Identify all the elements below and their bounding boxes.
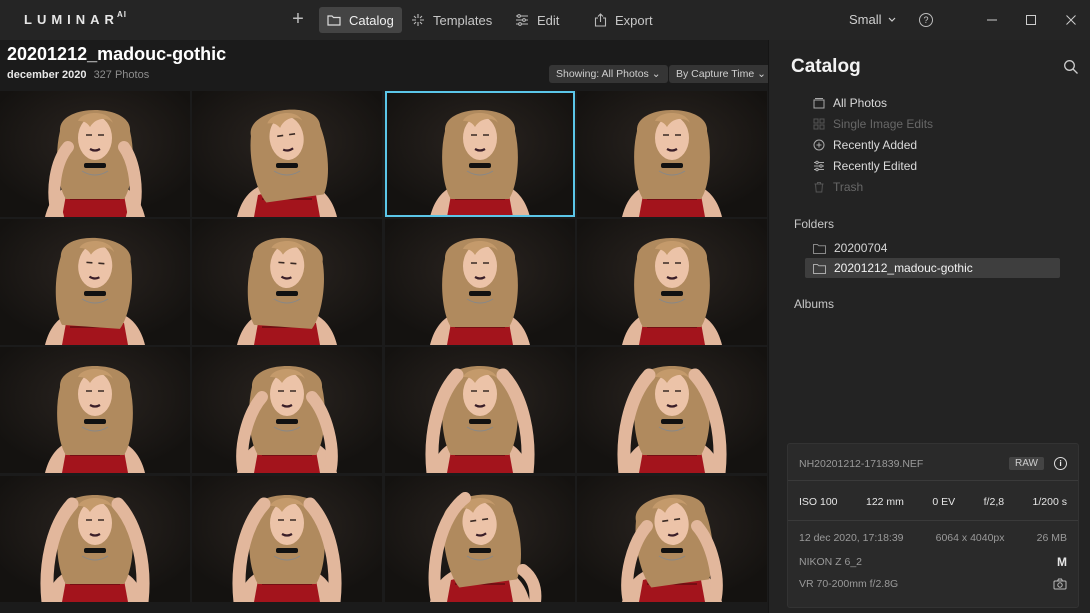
trash-icon	[814, 182, 824, 193]
iso-value: ISO 100	[799, 496, 838, 508]
luminar-app-window: LUMINARAI + Catalog Templates Edit Expor…	[0, 0, 1090, 613]
tab-export[interactable]: Export	[586, 7, 661, 33]
tab-templates-label: Templates	[433, 12, 493, 28]
photo-thumbnail[interactable]	[192, 219, 382, 345]
portrait-thumbnail-image	[0, 476, 190, 602]
file-size: 26 MB	[1036, 532, 1067, 544]
photo-thumbnail[interactable]	[385, 476, 575, 602]
capture-datetime: 12 dec 2020, 17:18:39	[799, 532, 904, 544]
photo-count: 327 Photos	[93, 69, 150, 81]
photo-thumbnail[interactable]	[385, 219, 575, 345]
portrait-thumbnail-image	[385, 476, 575, 602]
portrait-thumbnail-image	[577, 219, 767, 345]
sidebar-title: Catalog	[791, 56, 861, 77]
sparkle-icon	[412, 14, 424, 26]
tab-edit[interactable]: Edit	[507, 7, 567, 33]
lens-model: VR 70-200mm f/2.8G	[799, 578, 899, 590]
tab-export-label: Export	[615, 12, 653, 28]
info-icon[interactable]: i	[1054, 457, 1067, 470]
shutter-value: 1/200 s	[1032, 496, 1067, 508]
portrait-thumbnail-image	[385, 347, 575, 473]
folder-icon	[813, 263, 826, 274]
file-name: NH20201212-171839.NEF	[799, 457, 924, 470]
folder-subheading: december 2020 327 Photos	[7, 69, 149, 81]
image-dimensions: 6064 x 4040px	[935, 532, 1005, 544]
tab-catalog-label: Catalog	[349, 12, 394, 28]
sort-dropdown[interactable]: By Capture Time ⌄	[669, 65, 768, 83]
thumbnail-size-dropdown[interactable]: Small	[849, 12, 896, 27]
top-bar: LUMINARAI + Catalog Templates Edit Expor…	[0, 0, 1090, 40]
plus-circle-icon	[813, 139, 825, 151]
folder-title: 20201212_madouc-gothic	[7, 44, 227, 64]
portrait-thumbnail-image	[0, 219, 190, 345]
tab-templates[interactable]: Templates	[403, 7, 500, 33]
folder-icon	[327, 15, 341, 26]
portrait-thumbnail-image	[192, 219, 382, 345]
format-badge: RAW	[1009, 457, 1044, 470]
focal-length-value: 122 mm	[866, 496, 904, 508]
add-photos-button[interactable]: +	[287, 9, 309, 31]
aperture-value: f/2,8	[983, 496, 1005, 508]
catalog-sidebar: Catalog All Photos Single Image Edits Re…	[768, 40, 1090, 613]
photo-thumbnail[interactable]	[577, 91, 767, 217]
sliders-icon	[814, 160, 824, 172]
portrait-thumbnail-image	[577, 476, 767, 602]
sidebar-item-all-photos[interactable]: All Photos	[813, 94, 887, 112]
app-logo: LUMINARAI	[24, 10, 127, 27]
portrait-thumbnail-image	[0, 347, 190, 473]
portrait-thumbnail-image	[192, 347, 382, 473]
filter-dropdown[interactable]: Showing: All Photos ⌄	[549, 65, 668, 83]
chevron-down-icon	[888, 17, 895, 22]
photo-thumbnail[interactable]	[0, 91, 190, 217]
folder-icon	[813, 243, 826, 254]
sidebar-item-trash[interactable]: Trash	[813, 178, 863, 196]
photo-thumbnail[interactable]	[577, 476, 767, 602]
portrait-thumbnail-image	[577, 347, 767, 473]
exposure-value: 0 EV	[932, 496, 956, 508]
portrait-thumbnail-image	[577, 91, 767, 217]
portrait-thumbnail-image	[385, 91, 575, 217]
photo-thumbnail[interactable]	[192, 476, 382, 602]
albums-heading: Albums	[794, 297, 835, 311]
sliders-icon	[516, 14, 528, 26]
photo-thumbnail[interactable]	[577, 219, 767, 345]
portrait-thumbnail-image	[192, 476, 382, 602]
photo-thumbnail[interactable]	[577, 347, 767, 473]
thumbnail-size-value: Small	[849, 12, 882, 27]
photo-thumbnail[interactable]	[0, 476, 190, 602]
share-icon	[594, 13, 607, 27]
folder-item-20201212-madouc-gothic[interactable]: 20201212_madouc-gothic	[805, 258, 1060, 278]
photo-thumbnail-selected[interactable]	[385, 91, 575, 217]
photos-icon	[813, 98, 825, 109]
photo-thumbnail[interactable]	[192, 91, 382, 217]
tab-edit-label: Edit	[537, 12, 560, 28]
photo-thumbnail[interactable]	[0, 219, 190, 345]
folder-item-20200704[interactable]: 20200704	[805, 238, 1060, 258]
tab-catalog[interactable]: Catalog	[319, 7, 402, 33]
maximize-icon[interactable]	[1021, 10, 1041, 30]
photo-thumbnail[interactable]	[385, 347, 575, 473]
help-icon[interactable]: ?	[919, 13, 933, 27]
search-icon[interactable]	[1063, 59, 1079, 75]
camera-icon	[1053, 578, 1067, 590]
date-label: december 2020	[7, 69, 87, 81]
photo-info-panel: NH20201212-171839.NEF RAW i ISO 100 122 …	[787, 443, 1079, 608]
sidebar-item-single-image-edits[interactable]: Single Image Edits	[813, 115, 933, 133]
camera-model: NIKON Z 6_2	[799, 556, 863, 568]
exposure-mode: M	[1057, 555, 1067, 569]
close-icon[interactable]	[1061, 10, 1081, 30]
sidebar-item-recently-added[interactable]: Recently Added	[813, 136, 917, 154]
photo-thumbnail[interactable]	[192, 347, 382, 473]
portrait-thumbnail-image	[192, 91, 382, 217]
sidebar-item-recently-edited[interactable]: Recently Edited	[813, 157, 917, 175]
minimize-icon[interactable]	[982, 10, 1002, 30]
folders-heading: Folders	[794, 217, 835, 231]
portrait-thumbnail-image	[0, 91, 190, 217]
photo-grid-panel: 20201212_madouc-gothic december 2020 327…	[0, 40, 768, 613]
photo-thumbnail[interactable]	[0, 347, 190, 473]
portrait-thumbnail-image	[385, 219, 575, 345]
grid-icon	[813, 118, 825, 130]
